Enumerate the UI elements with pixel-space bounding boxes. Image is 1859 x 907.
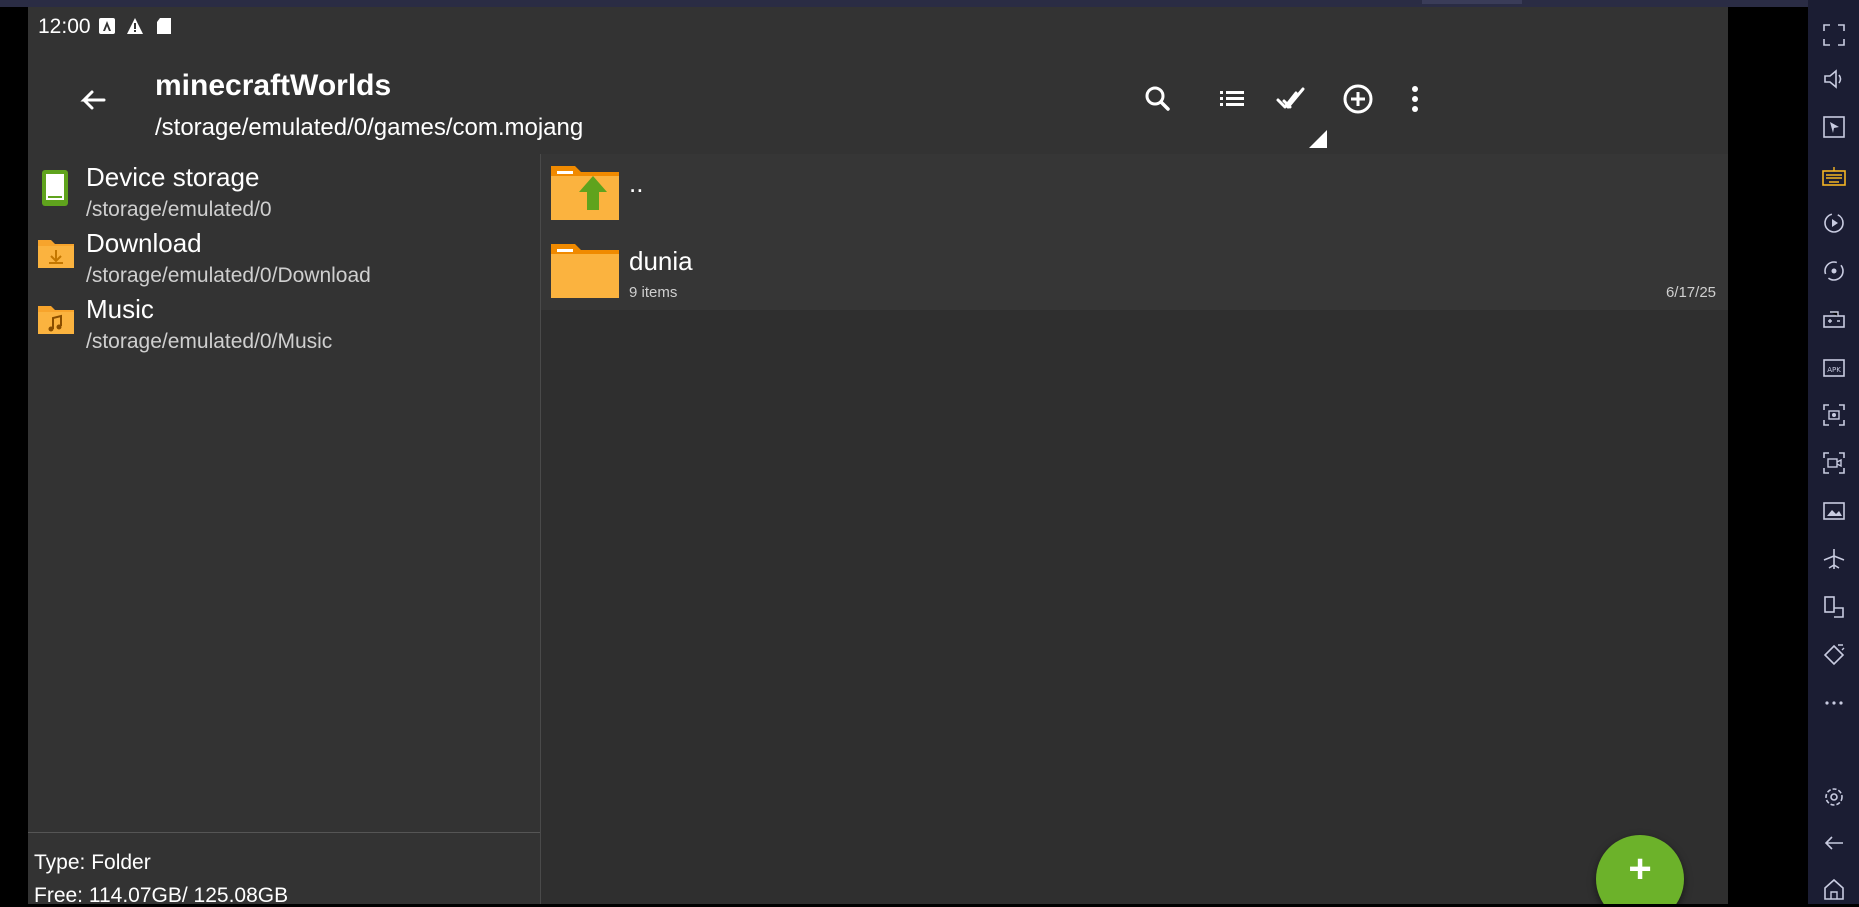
page-title: minecraftWorlds: [155, 69, 392, 102]
more-options-button[interactable]: [1391, 75, 1439, 123]
more-vert-icon: [1391, 86, 1439, 127]
file-item-count: 9 items: [629, 284, 678, 301]
back-icon: [68, 90, 116, 129]
music-folder-icon: [36, 300, 76, 340]
record-icon[interactable]: [1821, 210, 1847, 236]
airplane-icon[interactable]: [1821, 546, 1847, 572]
current-path[interactable]: /storage/emulated/0/games/com.mojang: [155, 114, 583, 142]
folder-icon: [549, 240, 621, 300]
settings-icon[interactable]: [1821, 784, 1847, 810]
file-list-pane: .. dunia 9 items 6/17/25: [541, 154, 1728, 904]
gamepad-icon[interactable]: [1821, 306, 1847, 332]
keyboard-icon[interactable]: [1821, 164, 1847, 190]
bookmark-path: /storage/emulated/0/Music: [86, 330, 333, 353]
path-dropdown-indicator[interactable]: [1309, 130, 1327, 148]
back-button[interactable]: [68, 77, 116, 125]
add-circle-icon: [1334, 84, 1382, 127]
bookmarks-pane: Device storage /storage/emulated/0 Downl…: [28, 154, 541, 904]
list-item-dunia[interactable]: dunia 9 items 6/17/25: [541, 232, 1728, 310]
list-view-icon: [1208, 91, 1256, 127]
select-all-button[interactable]: [1270, 75, 1318, 123]
warning-icon: [126, 17, 144, 35]
sd-card-icon: [155, 17, 173, 35]
list-item-parent[interactable]: ..: [541, 154, 1728, 232]
status-bar: 12:00: [28, 7, 1728, 47]
android-screen: 12:00 minecraftWorlds /storage/emulated/…: [28, 7, 1728, 904]
screenshot-icon[interactable]: [1821, 402, 1847, 428]
info-free-space: Free: 114.07GB/ 125.08GB: [34, 884, 289, 904]
volume-icon[interactable]: [1821, 66, 1847, 92]
search-icon: [1134, 86, 1182, 127]
file-date: 6/17/25: [1665, 284, 1716, 301]
file-name: ..: [629, 168, 644, 198]
multi-instance-icon[interactable]: [1821, 594, 1847, 620]
emulator-sidebar: APK: [1808, 0, 1859, 904]
screen-margin-right: [1728, 7, 1808, 904]
svg-text:APK: APK: [1827, 366, 1841, 374]
rotate-icon[interactable]: [1821, 258, 1847, 284]
screen-margin-left: [0, 7, 28, 904]
bookmark-name: Music: [86, 294, 154, 324]
fullscreen-icon[interactable]: [1821, 22, 1847, 48]
app-bar: minecraftWorlds /storage/emulated/0/game…: [28, 47, 1728, 154]
screen-record-icon[interactable]: [1821, 450, 1847, 476]
download-folder-icon: [36, 234, 76, 274]
pointer-icon[interactable]: [1821, 114, 1847, 140]
file-name: dunia: [629, 246, 693, 276]
bookmark-path: /storage/emulated/0/Download: [86, 264, 371, 287]
status-time: 12:00: [38, 15, 91, 38]
home-icon[interactable]: [1821, 876, 1847, 902]
more-icon[interactable]: [1821, 690, 1847, 716]
info-divider: [28, 832, 540, 833]
emulator-top-strip: [0, 0, 1859, 7]
app-notification-icon: [98, 17, 116, 35]
shake-icon[interactable]: [1821, 642, 1847, 668]
gallery-icon[interactable]: [1821, 498, 1847, 524]
bookmark-path: /storage/emulated/0: [86, 198, 272, 221]
bookmark-name: Download: [86, 228, 202, 258]
apk-install-icon[interactable]: APK: [1821, 354, 1847, 380]
device-storage-icon: [36, 168, 76, 208]
storage-info: Type: Folder Free: 114.07GB/ 125.08GB: [34, 846, 288, 904]
bookmark-name: Device storage: [86, 162, 260, 192]
fab-plus-icon: +: [1628, 847, 1652, 891]
select-all-icon: [1270, 87, 1318, 127]
info-type: Type: Folder: [34, 851, 151, 874]
list-view-button[interactable]: [1208, 75, 1256, 123]
parent-folder-icon: [549, 162, 621, 222]
emulator-tab[interactable]: [1422, 0, 1522, 4]
add-button[interactable]: [1334, 75, 1382, 123]
back-icon[interactable]: [1821, 830, 1847, 856]
search-button[interactable]: [1134, 75, 1182, 123]
bookmark-music[interactable]: Music /storage/emulated/0/Music: [28, 286, 540, 364]
